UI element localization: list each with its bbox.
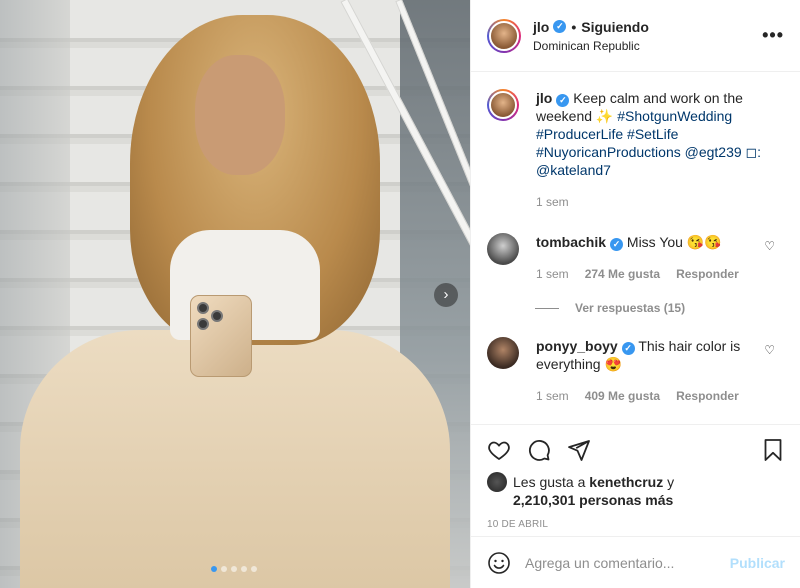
carousel-dot [221, 566, 227, 572]
carousel-dot [211, 566, 217, 572]
carousel-dot [231, 566, 237, 572]
comment-box: Publicar [471, 536, 800, 588]
comment-icon[interactable] [527, 438, 551, 462]
following-button[interactable]: Siguiendo [581, 19, 649, 35]
liker-avatar[interactable] [487, 472, 507, 492]
likes-summary: Les gusta a kenethcruz y 2,210,301 perso… [487, 472, 785, 509]
post-panel: jlo ✓ • Siguiendo Dominican Republic •••… [470, 0, 800, 588]
comments-section: jlo ✓ Keep calm and work on the weekend ✨… [471, 73, 800, 423]
carousel-next-button[interactable]: › [434, 283, 458, 307]
avatar[interactable] [487, 18, 521, 53]
caption-username[interactable]: jlo [536, 90, 552, 106]
emoji-icon[interactable] [487, 551, 511, 575]
comment-username[interactable]: tombachik [536, 234, 606, 250]
comment-time[interactable]: 1 sem [536, 387, 569, 405]
post-photo[interactable]: › [0, 0, 470, 588]
verified-icon: ✓ [610, 238, 624, 251]
comment-likes[interactable]: 274 Me gusta [585, 265, 660, 283]
author-username[interactable]: jlo [533, 19, 549, 35]
person-face [195, 55, 285, 175]
camera-lens [197, 302, 209, 314]
comment-input[interactable] [525, 554, 730, 571]
likes-count[interactable]: 2,210,301 personas más [513, 492, 673, 508]
post-header: jlo ✓ • Siguiendo Dominican Republic ••• [471, 0, 800, 72]
comment: tombachik ✓ Miss You 😘😘 1 sem 274 Me gust… [487, 233, 785, 283]
comment-meta: 1 sem 409 Me gusta Responder [536, 387, 765, 405]
separator-bullet: • [571, 18, 577, 35]
reply-button[interactable]: Responder [676, 265, 739, 283]
caption: jlo ✓ Keep calm and work on the weekend ✨… [487, 89, 785, 211]
instagram-post: › jlo ✓ • Siguiendo Dominican Republic •… [0, 0, 800, 588]
verified-icon: ✓ [553, 20, 567, 33]
comment-likes[interactable]: 409 Me gusta [585, 387, 660, 405]
heart-icon[interactable]: ♡ [764, 239, 775, 253]
comment-text: Miss You 😘😘 [626, 234, 722, 250]
comment-time[interactable]: 1 sem [536, 265, 569, 283]
carousel-dot [251, 566, 257, 572]
action-bar: Les gusta a kenethcruz y 2,210,301 perso… [471, 424, 800, 530]
avatar[interactable] [487, 337, 519, 369]
avatar[interactable] [487, 233, 519, 265]
publish-button[interactable]: Publicar [730, 555, 785, 571]
comment-meta: 1 sem 274 Me gusta Responder [536, 265, 765, 283]
more-options-icon[interactable]: ••• [762, 25, 784, 46]
post-date[interactable]: 10 DE ABRIL [487, 519, 785, 530]
comment-username[interactable]: ponyy_boyy [536, 338, 618, 354]
camera-lens [211, 310, 223, 322]
action-icons [487, 435, 785, 465]
view-replies-label[interactable]: Ver respuestas (15) [575, 301, 685, 315]
share-icon[interactable] [567, 438, 591, 462]
verified-icon: ✓ [621, 342, 635, 355]
like-heart-icon[interactable] [487, 438, 511, 462]
verified-icon: ✓ [556, 94, 570, 107]
comment: ponyy_boyy ✓ This hair color is everythin… [487, 337, 785, 405]
likes-prefix: Les gusta a [513, 474, 590, 490]
location-link[interactable]: Dominican Republic [533, 39, 762, 53]
liker-username[interactable]: kenethcruz [589, 474, 663, 490]
caption-time[interactable]: 1 sem [536, 193, 569, 211]
likes-suffix: y [663, 474, 675, 490]
heart-icon[interactable]: ♡ [764, 343, 775, 357]
carousel-dots [211, 566, 257, 572]
camera-lens [197, 318, 209, 330]
avatar[interactable] [487, 89, 519, 121]
carousel-dot [241, 566, 247, 572]
reply-button[interactable]: Responder [676, 387, 739, 405]
phone [190, 295, 252, 377]
view-replies-button[interactable]: Ver respuestas (15) [535, 301, 785, 315]
caption-meta: 1 sem [536, 193, 765, 211]
replies-line [535, 307, 559, 309]
bookmark-icon[interactable] [761, 438, 785, 462]
